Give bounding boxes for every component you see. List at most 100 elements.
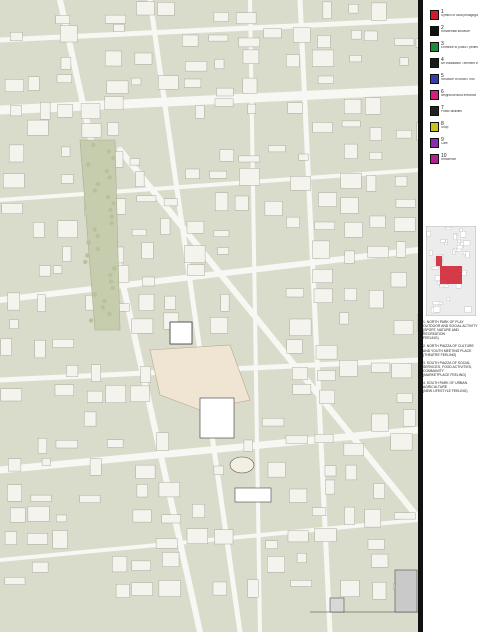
tree [91,142,96,148]
building [7,484,22,502]
inset-building [453,233,457,241]
building [238,37,260,48]
tree [102,298,107,304]
building [27,533,48,545]
building [243,439,253,452]
building [112,556,128,573]
building [216,87,234,97]
inset-building [463,240,471,246]
building [163,198,178,207]
building [187,264,205,276]
building [30,494,52,502]
building [162,552,180,567]
building [262,418,285,427]
building [138,294,155,311]
building [268,145,286,153]
tree [106,149,112,154]
tree [95,233,100,239]
building [287,102,303,114]
building [349,55,362,63]
building [344,250,355,264]
tree [104,168,109,174]
legend-label: Cafe [441,142,448,145]
building [131,77,142,86]
building [210,317,229,334]
building [312,269,333,283]
building [292,384,312,395]
central-building [169,321,193,345]
tree [85,253,90,258]
building [369,151,383,160]
building [107,122,119,136]
concept-note: 2. NORTH PIAZZA OF CULTURE AND YOUTH MEE… [423,344,474,357]
inset-building [464,306,472,313]
building [364,509,381,528]
building [158,482,180,498]
legend-label: Residence [441,158,457,161]
market-hall [234,487,272,503]
building [235,12,257,24]
building [104,14,126,24]
building [40,101,51,120]
legend-symbol-icon [430,58,439,68]
building [341,120,361,128]
low-building-elevation [329,597,345,613]
legend-symbol-icon [430,106,439,116]
building [3,173,25,189]
building [348,4,359,14]
building [4,79,24,93]
building [132,509,152,523]
building [343,443,364,456]
building [390,433,413,451]
inset-building [444,242,448,245]
arena [229,456,255,474]
building [83,411,97,427]
building [242,49,260,64]
building [55,15,70,24]
building [219,149,234,162]
building [367,539,385,550]
building [81,123,102,138]
building [364,30,378,42]
building [315,345,338,360]
building [239,168,260,186]
building [131,582,153,596]
building [34,340,46,359]
legend-item: 1Symbol of local pedagogue / The lands .… [423,9,478,24]
building [296,553,307,563]
building [399,57,409,66]
building [141,276,155,287]
inset-building [457,239,461,243]
building [37,438,47,454]
building [113,24,125,32]
building [161,514,181,524]
building [339,312,349,325]
tree [107,311,112,317]
inset-building [443,284,449,288]
building [106,80,129,94]
building [393,320,414,336]
building [395,175,408,187]
building [54,384,74,396]
building [27,119,49,136]
building [292,367,308,381]
building [52,339,74,348]
building [313,288,333,303]
building [52,530,68,549]
legend-label: Residential structure [441,30,471,33]
inset-building [429,250,433,256]
concept-note: 4. SOUTH PARK OF URBAN AGRICULTURE (NEW … [423,381,468,394]
building [286,216,300,228]
building [33,222,45,238]
tree [86,240,91,245]
inset-building [433,306,441,313]
building [213,230,230,238]
building [317,35,331,48]
building [403,409,416,427]
building [57,104,73,118]
tree [95,181,100,187]
inset-building [432,301,440,305]
building [369,215,386,228]
building [135,464,156,479]
building [247,103,256,114]
